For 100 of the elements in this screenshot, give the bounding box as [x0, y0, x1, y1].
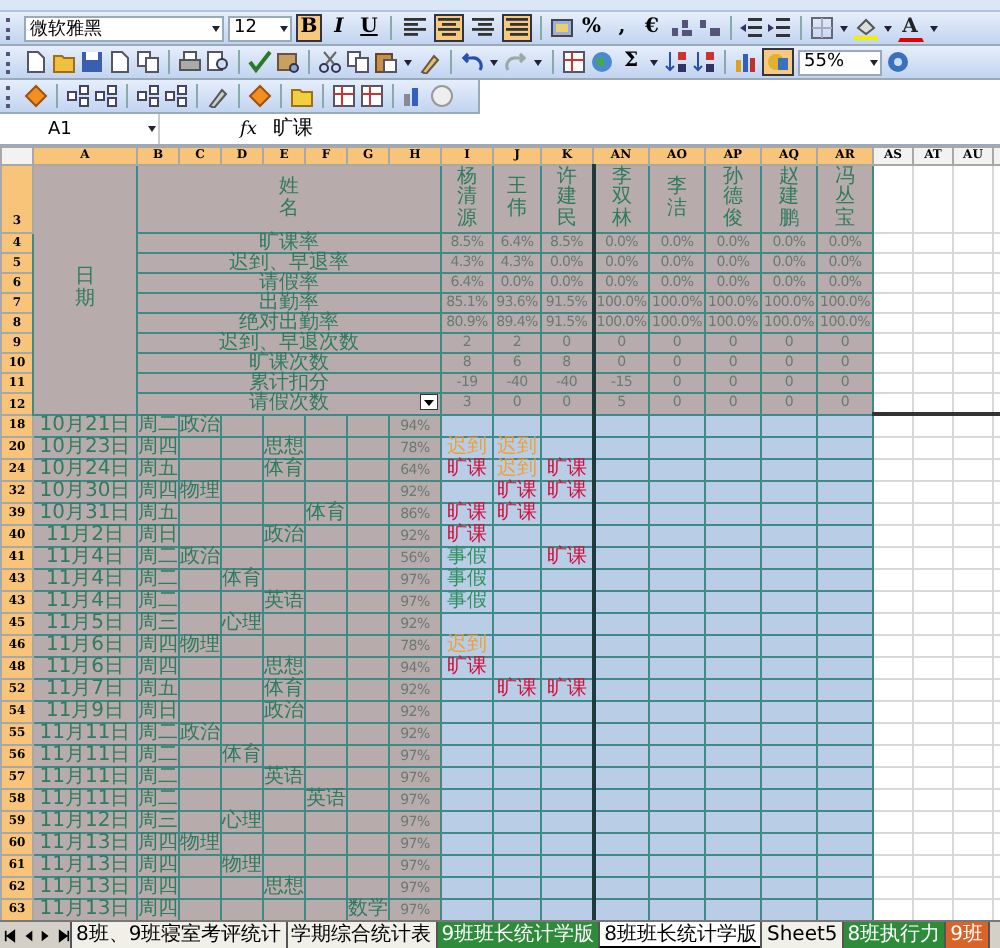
cut-icon[interactable]	[318, 50, 342, 74]
indent-icon[interactable]	[767, 16, 792, 40]
align-button[interactable]	[400, 14, 430, 42]
table-cell: 周四	[137, 635, 179, 657]
book-icon[interactable]	[276, 50, 300, 74]
last-sheet-icon[interactable]	[58, 928, 70, 944]
next-sheet-icon[interactable]	[40, 928, 52, 944]
table-cell: 政治	[263, 701, 305, 723]
sheet-tab[interactable]: 学期综合统计表	[285, 922, 438, 948]
number-format-button[interactable]: %	[578, 14, 606, 42]
grid-icon[interactable]	[332, 84, 356, 108]
table-cell: 10月30日	[33, 481, 137, 503]
boxes-icon[interactable]	[164, 84, 188, 108]
table-cell: 物理	[179, 635, 221, 657]
boxes-icon[interactable]	[94, 84, 118, 108]
borders-icon[interactable]	[809, 16, 834, 40]
table-cell: 王伟	[493, 165, 541, 233]
table-cell: 周二	[137, 767, 179, 789]
boxes-icon[interactable]	[66, 84, 90, 108]
previous-sheet-icon[interactable]	[22, 928, 34, 944]
table-cell: 11月4日	[33, 591, 137, 613]
table-cell: 迟到	[441, 635, 493, 657]
table-cell: 数学	[347, 899, 389, 921]
folder-icon[interactable]	[290, 84, 314, 108]
chart-icon[interactable]	[734, 50, 758, 74]
table-cell: 旷课	[493, 481, 541, 503]
check-mark-icon[interactable]	[248, 50, 272, 74]
decrease-decimal-icon[interactable]	[697, 16, 722, 40]
table-cell: 心理	[221, 613, 263, 635]
table-cell: 政治	[179, 547, 221, 569]
name-box[interactable]: A1	[0, 114, 160, 144]
table-cell: 旷课次数	[137, 353, 441, 373]
text-style-button[interactable]: I	[326, 14, 352, 42]
table-cell: 周二	[137, 745, 179, 767]
diamond-icon[interactable]	[24, 84, 48, 108]
outdent-icon[interactable]	[739, 16, 764, 40]
table-cell: 11月11日	[33, 723, 137, 745]
increase-decimal-icon[interactable]	[669, 16, 694, 40]
number-format-button[interactable]: ,	[609, 14, 636, 42]
number-format-button[interactable]: €	[639, 14, 666, 42]
first-sheet-icon[interactable]	[4, 928, 16, 944]
table-cell: 孙德俊	[705, 165, 761, 233]
table-cell: 周四	[137, 657, 179, 679]
table-cell: 英语	[263, 591, 305, 613]
brush-icon[interactable]	[418, 50, 442, 74]
sheet-tab[interactable]: Sheet5	[760, 922, 844, 948]
filter-dropdown-icon[interactable]	[420, 394, 438, 410]
boxes-icon[interactable]	[136, 84, 160, 108]
table-cell: 姓名	[137, 165, 441, 233]
undo-icon[interactable]	[460, 50, 484, 74]
printer-icon[interactable]	[178, 50, 202, 74]
function-label[interactable]: fx	[240, 119, 257, 139]
align-button[interactable]	[502, 14, 532, 42]
table-cell: 迟到、早退次数	[137, 333, 441, 353]
zoom-field[interactable]: 55%	[798, 49, 882, 75]
paste-icon[interactable]	[374, 50, 398, 74]
page-icon[interactable]	[108, 50, 132, 74]
fill-color-icon[interactable]	[853, 16, 878, 40]
diamond-icon[interactable]	[248, 84, 272, 108]
help-icon[interactable]	[886, 50, 910, 74]
sort-descending-icon[interactable]	[692, 50, 716, 74]
sheet-tab[interactable]: 8班、9班寝室考评统计	[70, 922, 288, 948]
align-button[interactable]	[434, 14, 464, 42]
copy-icon[interactable]	[346, 50, 370, 74]
text-style-button[interactable]: U	[356, 14, 382, 42]
grid-icon[interactable]	[360, 84, 384, 108]
table-cell: 11月13日	[33, 877, 137, 899]
currency-style-icon[interactable]	[550, 16, 574, 40]
table-cell: 体育	[263, 459, 305, 481]
table-cell: 周二	[137, 569, 179, 591]
autosum-button[interactable]: Σ	[618, 48, 644, 76]
table-cell: 政治	[263, 525, 305, 547]
sort-ascending-icon[interactable]	[664, 50, 688, 74]
sheet-tab[interactable]: 9班	[944, 922, 990, 948]
grid-icon[interactable]	[562, 50, 586, 74]
new-file-icon[interactable]	[24, 50, 48, 74]
table-cell: 出勤率	[137, 293, 441, 313]
pencil-icon[interactable]	[206, 84, 230, 108]
sheet-tab[interactable]: 8班执行力	[841, 922, 947, 948]
formula-field[interactable]: 旷课	[272, 116, 313, 142]
folder-icon[interactable]	[52, 50, 76, 74]
pages-icon[interactable]	[136, 50, 160, 74]
sheet-tab[interactable]: 8班班长统计学版	[598, 922, 763, 948]
sheet-tab[interactable]: 9班班长统计学版	[435, 922, 601, 948]
print-preview-icon[interactable]	[206, 50, 230, 74]
text-style-button[interactable]: B	[296, 14, 322, 42]
font-color-button[interactable]: A	[897, 14, 924, 42]
font-field[interactable]: 微软雅黑	[24, 15, 224, 41]
table-cell: 周日	[137, 701, 179, 723]
font-size-field[interactable]: 12	[228, 15, 292, 41]
table-cell: 11月13日	[33, 899, 137, 921]
align-button[interactable]	[468, 14, 498, 42]
drawing-toggle-button[interactable]	[762, 48, 794, 76]
table-cell: 旷课	[441, 503, 493, 525]
globe-icon[interactable]	[590, 50, 614, 74]
table-cell: 11月11日	[33, 767, 137, 789]
table-cell: 11月11日	[33, 789, 137, 811]
table-cell: 李双林	[593, 165, 649, 233]
table-cell: 11月7日	[33, 679, 137, 701]
table-cell: 许建民	[541, 165, 593, 233]
